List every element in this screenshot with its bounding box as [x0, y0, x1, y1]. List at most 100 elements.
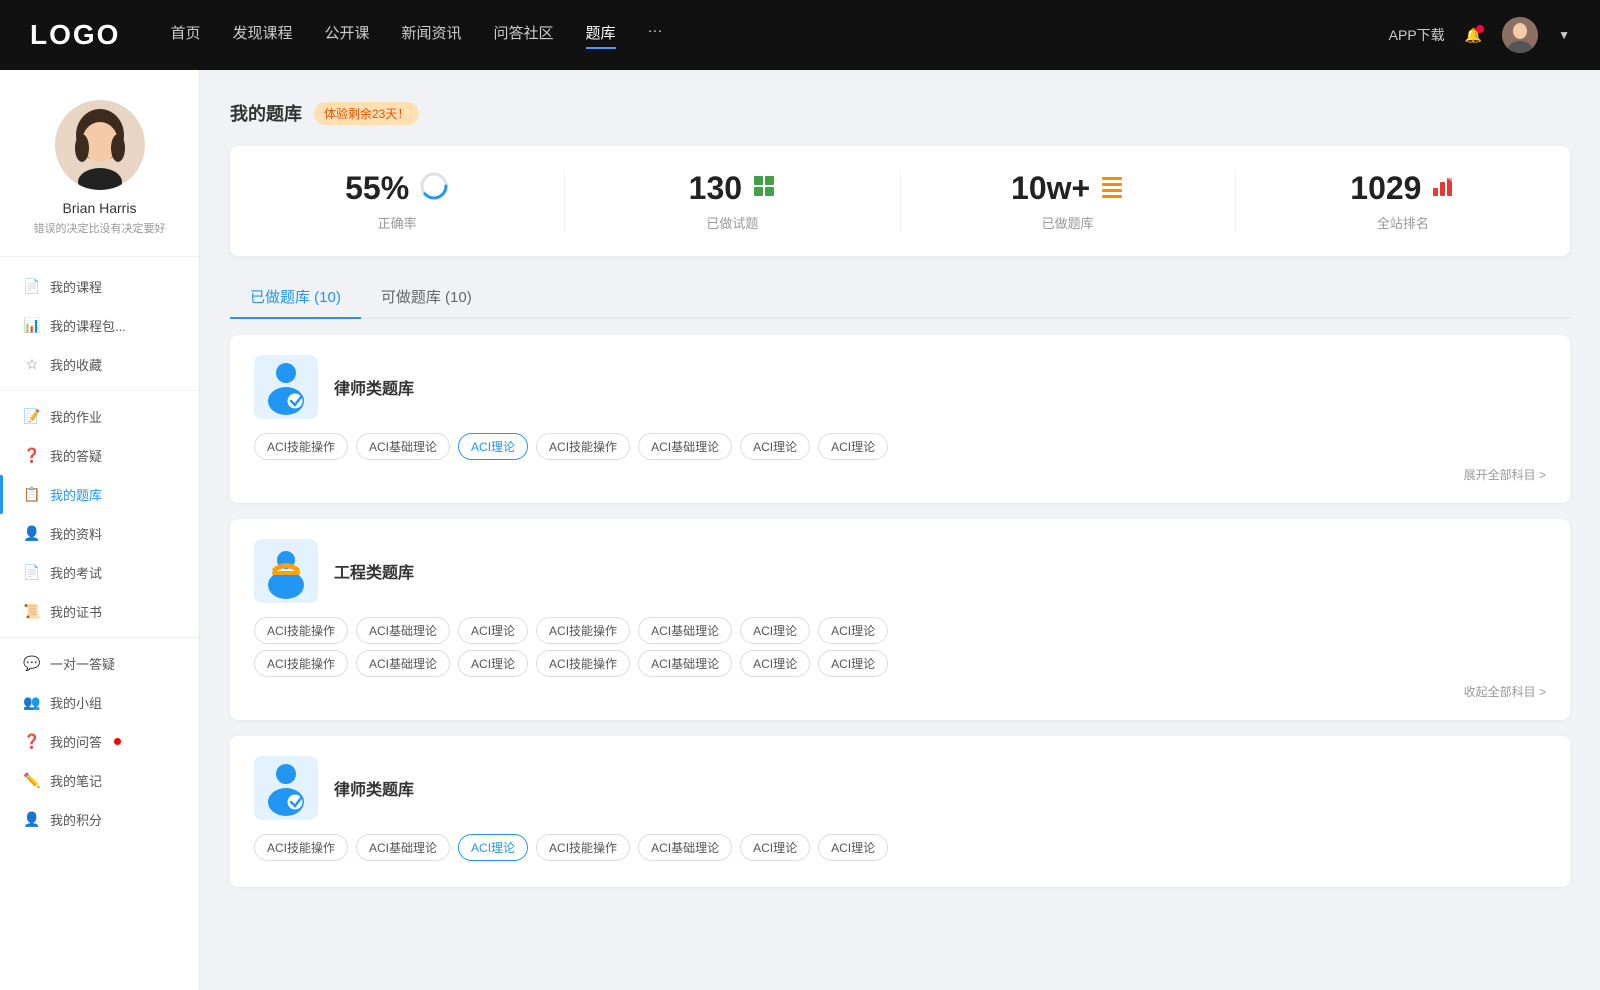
bank-card-3-header: 律师类题库 — [254, 756, 1546, 820]
bank-card-2-icon — [254, 539, 318, 603]
bank-icon: 📋 — [24, 487, 40, 503]
packages-icon: 📊 — [24, 318, 40, 334]
sidebar-item-my-courses[interactable]: 📄 我的课程 — [0, 267, 199, 306]
answers-icon: ❓ — [24, 734, 40, 750]
tag-item[interactable]: ACI基础理论 — [638, 433, 732, 460]
user-name: Brian Harris — [20, 200, 179, 216]
grid-chart-icon — [752, 174, 776, 198]
bank-card-2-header: 工程类题库 — [254, 539, 1546, 603]
app-download-btn[interactable]: APP下载 — [1389, 25, 1445, 45]
sidebar-label-my-packages: 我的课程包... — [50, 316, 126, 335]
user-menu-arrow[interactable]: ▼ — [1558, 28, 1570, 42]
tag-item-active[interactable]: ACI理论 — [458, 433, 528, 460]
sidebar-item-my-homework[interactable]: 📝 我的作业 — [0, 397, 199, 436]
tag-item[interactable]: ACI理论 — [740, 433, 810, 460]
stats-bar: 55% 正确率 130 — [230, 146, 1570, 256]
user-avatar[interactable] — [1502, 17, 1538, 53]
tab-done[interactable]: 已做题库 (10) — [230, 276, 361, 317]
tag-item-active[interactable]: ACI理论 — [458, 834, 528, 861]
nav-links: 首页 发现课程 公开课 新闻资讯 问答社区 题库 ··· — [170, 22, 1388, 49]
stat-rank-row: 1029 — [1256, 170, 1550, 207]
sidebar-profile: Brian Harris 错误的决定比没有决定要好 — [0, 100, 199, 257]
sidebar-item-my-cert[interactable]: 📜 我的证书 — [0, 592, 199, 631]
sidebar: Brian Harris 错误的决定比没有决定要好 📄 我的课程 📊 我的课程包… — [0, 70, 200, 990]
tag-item[interactable]: ACI理论 — [458, 650, 528, 677]
points-icon: 👤 — [24, 812, 40, 828]
bank-card-1-icon — [254, 355, 318, 419]
stat-rank: 1029 全站排名 — [1236, 170, 1570, 232]
nav-open[interactable]: 公开课 — [324, 22, 369, 49]
sidebar-label-my-points: 我的积分 — [50, 810, 102, 829]
stat-accuracy-label: 正确率 — [250, 213, 544, 232]
sidebar-item-my-exam[interactable]: 📄 我的考试 — [0, 553, 199, 592]
tab-available[interactable]: 可做题库 (10) — [361, 276, 492, 317]
stat-accuracy-icon — [419, 171, 449, 207]
sidebar-item-my-bank[interactable]: 📋 我的题库 — [0, 475, 199, 514]
stat-done-questions-label: 已做试题 — [585, 213, 879, 232]
nav-qa[interactable]: 问答社区 — [494, 22, 554, 49]
homework-icon: 📝 — [24, 409, 40, 425]
tag-item[interactable]: ACI基础理论 — [638, 650, 732, 677]
tag-item[interactable]: ACI基础理论 — [638, 834, 732, 861]
tag-item[interactable]: ACI技能操作 — [254, 617, 348, 644]
nav-news[interactable]: 新闻资讯 — [402, 22, 462, 49]
tag-item[interactable]: ACI基础理论 — [356, 834, 450, 861]
sidebar-divider-1 — [0, 390, 199, 391]
sidebar-item-my-notes[interactable]: ✏️ 我的笔记 — [0, 761, 199, 800]
notification-dot — [1476, 25, 1484, 33]
sidebar-label-my-cert: 我的证书 — [50, 602, 102, 621]
stat-rank-icon — [1431, 174, 1455, 204]
tag-item[interactable]: ACI基础理论 — [356, 617, 450, 644]
tag-item[interactable]: ACI理论 — [818, 834, 888, 861]
one-on-one-icon: 💬 — [24, 656, 40, 672]
sidebar-item-my-profile[interactable]: 👤 我的资料 — [0, 514, 199, 553]
tag-item[interactable]: ACI基础理论 — [638, 617, 732, 644]
nav-more[interactable]: ··· — [648, 22, 663, 49]
tag-item[interactable]: ACI理论 — [818, 650, 888, 677]
sidebar-label-my-group: 我的小组 — [50, 693, 102, 712]
lawyer-icon-2 — [262, 760, 310, 816]
main-content: 我的题库 体验剩余23天！ 55% 正确率 — [200, 70, 1600, 990]
page-header: 我的题库 体验剩余23天！ — [230, 100, 1570, 126]
sidebar-item-one-on-one[interactable]: 💬 一对一答疑 — [0, 644, 199, 683]
tag-item[interactable]: ACI基础理论 — [356, 650, 450, 677]
sidebar-item-my-favorites[interactable]: ☆ 我的收藏 — [0, 345, 199, 384]
sidebar-item-my-packages[interactable]: 📊 我的课程包... — [0, 306, 199, 345]
sidebar-item-my-points[interactable]: 👤 我的积分 — [0, 800, 199, 839]
notification-bell[interactable]: 🔔 — [1465, 27, 1482, 44]
tag-item[interactable]: ACI技能操作 — [254, 433, 348, 460]
sidebar-menu: 📄 我的课程 📊 我的课程包... ☆ 我的收藏 📝 我的作业 ❓ 我的答疑 � — [0, 267, 199, 839]
tag-item[interactable]: ACI技能操作 — [536, 834, 630, 861]
sidebar-label-my-answers: 我的问答 — [50, 732, 102, 751]
tag-item[interactable]: ACI理论 — [740, 650, 810, 677]
tag-item[interactable]: ACI理论 — [458, 617, 528, 644]
bank-card-2-collapse[interactable]: 收起全部科目 > — [254, 683, 1546, 700]
tag-item[interactable]: ACI基础理论 — [356, 433, 450, 460]
sidebar-item-my-group[interactable]: 👥 我的小组 — [0, 683, 199, 722]
cert-icon: 📜 — [24, 604, 40, 620]
nav-bank[interactable]: 题库 — [586, 22, 616, 49]
logo: LOGO — [30, 19, 120, 51]
page-title: 我的题库 — [230, 100, 302, 126]
tag-item[interactable]: ACI技能操作 — [254, 834, 348, 861]
sidebar-item-my-answers[interactable]: ❓ 我的问答 — [0, 722, 199, 761]
stat-rank-value: 1029 — [1350, 170, 1421, 207]
stat-accuracy-value: 55% — [345, 170, 409, 207]
tag-item[interactable]: ACI理论 — [740, 617, 810, 644]
stat-done-banks-icon — [1100, 174, 1124, 204]
notes-icon: ✏️ — [24, 773, 40, 789]
nav-discover[interactable]: 发现课程 — [232, 22, 292, 49]
tag-item[interactable]: ACI理论 — [740, 834, 810, 861]
nav-home[interactable]: 首页 — [170, 22, 200, 49]
stat-rank-label: 全站排名 — [1256, 213, 1550, 232]
tag-item[interactable]: ACI技能操作 — [536, 617, 630, 644]
sidebar-label-one-on-one: 一对一答疑 — [50, 654, 115, 673]
tag-item[interactable]: ACI理论 — [818, 617, 888, 644]
tag-item[interactable]: ACI技能操作 — [536, 433, 630, 460]
tag-item[interactable]: ACI技能操作 — [254, 650, 348, 677]
bank-card-3: 律师类题库 ACI技能操作 ACI基础理论 ACI理论 ACI技能操作 ACI基… — [230, 736, 1570, 887]
tag-item[interactable]: ACI理论 — [818, 433, 888, 460]
sidebar-item-my-qa[interactable]: ❓ 我的答疑 — [0, 436, 199, 475]
tag-item[interactable]: ACI技能操作 — [536, 650, 630, 677]
bank-card-1-expand[interactable]: 展开全部科目 > — [254, 466, 1546, 483]
